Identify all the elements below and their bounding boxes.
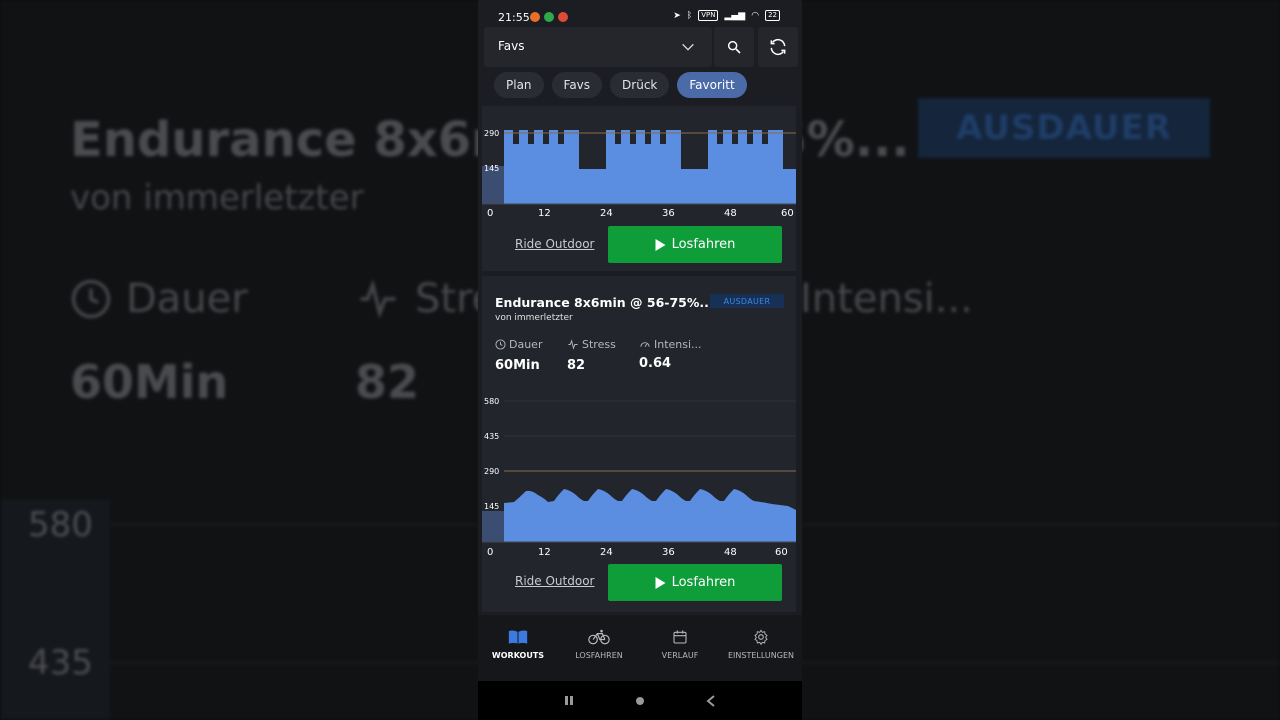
location-icon: ➤ [673,10,681,21]
x-axis-label: 36 [662,547,675,558]
phone-screen: 21:55 ➤ ᛒ VPN ▂▄▆ ◠ 22 Favs Plan Favs Dr [478,0,802,720]
bg-axis-label: 580 [28,505,93,545]
system-icons: ➤ ᛒ VPN ▂▄▆ ◠ 22 [673,10,780,21]
workout-title: Endurance 8x6min @ 56-75%... [495,295,714,310]
vpn-icon: VPN [698,10,719,21]
workout-power-chart: 580 435 290 145 0 12 24 36 48 60 [482,397,796,558]
stress-value: 82 [567,358,586,373]
bg-stress-value: 82 [355,355,420,409]
y-axis-label: 290 [484,467,499,476]
notification-icons [530,12,568,22]
y-axis-label: 435 [484,432,499,441]
home-icon[interactable] [635,696,645,706]
stress-label: Stress [567,338,616,351]
workout-card[interactable]: Endurance 8x6min @ 56-75%... von immerle… [482,276,796,612]
intensity-value: 0.64 [639,356,672,371]
y-axis-label: 580 [484,397,499,406]
y-axis-label: 290 [484,129,499,138]
battery-icon: 22 [765,10,780,21]
chart-power-profile [504,130,796,204]
bg-duration-value: 60Min [70,355,229,409]
recents-icon[interactable] [564,695,574,706]
bottom-navigation: WORKOUTS LOSFAHREN VERLAUF EINSTELLUNGEN [478,615,802,681]
tab-favs[interactable]: Favs [551,72,603,98]
play-icon [655,576,666,589]
x-axis-label: 0 [487,547,493,558]
chart-warmup-bar [482,511,504,542]
x-axis-label: 48 [724,547,737,558]
calendar-icon [673,630,687,644]
chevron-down-icon [682,43,694,51]
x-axis-label: 60 [781,208,794,219]
start-workout-button[interactable]: Losfahren [608,564,782,601]
start-workout-button[interactable]: Losfahren [608,226,782,263]
back-icon[interactable] [706,695,716,707]
clock-icon [71,279,111,319]
play-icon [655,238,666,251]
x-axis-label: 60 [775,547,788,558]
nav-workouts[interactable]: WORKOUTS [478,629,558,660]
book-icon [508,630,528,644]
top-bar: Favs [484,27,798,67]
gauge-icon [640,342,650,348]
filter-tabs: Plan Favs Drück Favoritt [494,72,747,98]
duration-value: 60Min [495,358,540,373]
search-icon [727,40,741,54]
bg-workout-author: von immerletzter [70,178,364,218]
workout-power-chart: 290 145 0 12 24 36 48 60 [482,129,796,219]
refresh-icon [770,38,786,56]
tab-favoritt[interactable]: Favoritt [677,72,747,98]
status-bar: 21:55 ➤ ᛒ VPN ▂▄▆ ◠ 22 [478,0,802,30]
y-axis-label: 145 [484,164,499,173]
search-button[interactable] [714,27,754,67]
list-selector[interactable]: Favs [484,27,712,67]
y-axis-label: 145 [484,502,499,511]
workout-card: 290 145 0 12 24 36 48 60 Ride Outdoor Lo… [482,106,796,271]
bluetooth-icon: ᛒ [686,10,693,21]
notification-icon [530,12,540,22]
x-axis-label: 24 [600,208,613,219]
x-axis-label: 48 [724,208,737,219]
pulse-icon [360,279,396,319]
workout-author: von immerletzter [495,313,573,323]
clock-icon [495,339,506,350]
bike-icon [588,629,610,645]
x-axis-label: 36 [662,208,675,219]
tab-plan[interactable]: Plan [494,72,544,98]
nav-verlauf[interactable]: VERLAUF [640,629,720,660]
signal-icon: ▂▄▆ [724,10,746,21]
pulse-icon [568,339,578,350]
selector-value: Favs [498,39,525,53]
bg-workout-badge: AUSDAUER [918,98,1210,158]
wifi-icon: ◠ [751,10,760,21]
x-axis-label: 12 [538,547,551,558]
tab-druck[interactable]: Drück [610,72,670,98]
x-axis-label: 12 [538,208,551,219]
nav-losfahren[interactable]: LOSFAHREN [559,629,639,660]
ride-outdoor-link[interactable]: Ride Outdoor [515,237,594,251]
bg-axis-label: 435 [28,643,93,683]
notification-icon [558,12,568,22]
bg-intensity-label: Intensi... [800,276,973,322]
intensity-label: Intensi... [639,338,702,351]
system-navigation-bar [478,681,802,720]
nav-einstellungen[interactable]: EINSTELLUNGEN [721,629,801,660]
status-time: 21:55 [498,11,530,24]
x-axis-label: 24 [600,547,613,558]
workout-type-badge: AUSDAUER [710,294,784,308]
notification-icon [544,12,554,22]
bg-duration-label: Dauer [70,276,248,322]
chart-power-profile [504,489,796,542]
gear-icon [754,629,768,645]
refresh-button[interactable] [758,27,798,67]
x-axis-label: 0 [487,208,493,219]
duration-label: Dauer [495,338,542,351]
ride-outdoor-link[interactable]: Ride Outdoor [515,574,594,588]
